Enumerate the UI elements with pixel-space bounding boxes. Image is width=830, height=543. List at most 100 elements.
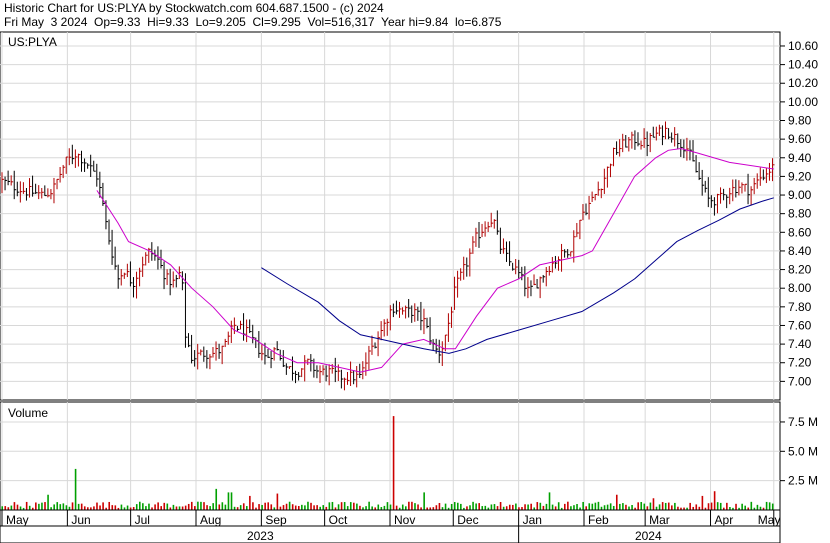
volume-bar bbox=[573, 505, 575, 510]
volume-bar bbox=[74, 468, 77, 510]
volume-bar bbox=[261, 504, 263, 510]
volume-bar bbox=[628, 506, 630, 510]
volume-bar bbox=[83, 506, 86, 510]
volume-bar bbox=[187, 503, 190, 510]
volume-bar bbox=[209, 506, 211, 510]
price-tick-label: 8.00 bbox=[788, 281, 812, 295]
volume-bar bbox=[316, 505, 318, 510]
price-tick-label: 7.00 bbox=[788, 374, 812, 388]
volume-bar bbox=[194, 506, 196, 510]
volume-bar bbox=[346, 506, 349, 510]
volume-bar bbox=[524, 504, 526, 510]
volume-bar bbox=[450, 503, 453, 510]
volume-bar bbox=[172, 504, 175, 510]
volume-bar bbox=[661, 502, 664, 510]
month-label: Oct bbox=[329, 513, 348, 527]
volume-bar bbox=[707, 503, 710, 510]
volume-bar bbox=[371, 506, 373, 510]
volume-bar bbox=[597, 501, 600, 510]
volume-bar bbox=[649, 502, 652, 510]
volume-bar bbox=[405, 506, 407, 510]
volume-bar bbox=[756, 504, 759, 510]
volume-bar bbox=[527, 504, 529, 510]
volume-bar bbox=[582, 501, 584, 510]
price-tick-label: 7.40 bbox=[788, 337, 812, 351]
volume-bar bbox=[65, 505, 68, 510]
price-tick-label: 10.60 bbox=[788, 39, 818, 53]
volume-bar bbox=[206, 505, 208, 510]
volume-bar bbox=[640, 502, 643, 510]
volume-bar bbox=[539, 502, 542, 510]
volume-bar bbox=[646, 506, 649, 510]
volume-bar bbox=[157, 502, 159, 510]
month-label: May bbox=[6, 513, 29, 527]
volume-bar bbox=[411, 501, 413, 510]
volume-bar bbox=[591, 503, 594, 510]
month-label: May bbox=[758, 513, 781, 527]
volume-bar bbox=[515, 503, 517, 510]
volume-bar bbox=[585, 506, 588, 510]
price-tick-label: 7.20 bbox=[788, 356, 812, 370]
volume-bar bbox=[307, 501, 309, 510]
volume-bar bbox=[200, 501, 202, 510]
month-label: Apr bbox=[715, 513, 734, 527]
volume-bar bbox=[331, 501, 334, 510]
volume-bar bbox=[365, 506, 367, 510]
price-tick-label: 8.60 bbox=[788, 225, 812, 239]
volume-bar bbox=[615, 494, 618, 510]
volume-bar bbox=[609, 503, 612, 510]
volume-bar bbox=[102, 502, 104, 510]
volume-bar bbox=[671, 505, 673, 510]
volume-bar bbox=[190, 501, 193, 510]
volume-bar bbox=[674, 502, 676, 510]
volume-bar bbox=[658, 504, 661, 510]
volume-bar bbox=[417, 504, 419, 510]
volume-bar bbox=[667, 502, 670, 510]
volume-bar bbox=[392, 416, 395, 510]
month-label: Aug bbox=[200, 513, 221, 527]
volume-bar bbox=[356, 503, 358, 510]
volume-bar bbox=[203, 502, 205, 510]
volume-bar bbox=[19, 506, 22, 510]
volume-bar bbox=[4, 506, 7, 510]
volume-bar bbox=[294, 505, 297, 510]
volume-bar bbox=[713, 491, 716, 510]
volume-bar bbox=[35, 502, 37, 510]
volume-bar bbox=[536, 502, 539, 510]
month-label: Nov bbox=[394, 513, 415, 527]
volume-bar bbox=[408, 501, 410, 510]
volume-bar bbox=[148, 503, 150, 510]
volume-bar bbox=[499, 502, 502, 510]
volume-bar bbox=[215, 488, 218, 510]
volume-bar bbox=[414, 503, 416, 510]
volume-bar bbox=[96, 502, 98, 510]
month-label: Mar bbox=[649, 513, 670, 527]
volume-bar bbox=[606, 504, 609, 510]
volume-bar bbox=[291, 504, 294, 510]
volume-bar bbox=[175, 506, 178, 510]
month-label: Dec bbox=[457, 513, 478, 527]
volume-bar bbox=[230, 492, 233, 510]
volume-bar bbox=[401, 504, 404, 510]
volume-bar bbox=[478, 503, 480, 510]
volume-bar bbox=[166, 503, 169, 510]
volume-bar bbox=[197, 501, 199, 510]
volume-bar bbox=[744, 505, 746, 510]
volume-bar bbox=[10, 505, 13, 510]
price-tick-label: 10.40 bbox=[788, 58, 818, 72]
volume-bar bbox=[288, 501, 291, 510]
volume-bar bbox=[765, 501, 768, 510]
volume-bar bbox=[438, 502, 441, 510]
volume-bar bbox=[44, 502, 46, 510]
volume-bar bbox=[38, 503, 40, 510]
price-tick-label: 7.80 bbox=[788, 300, 812, 314]
volume-bar bbox=[41, 502, 43, 510]
price-tick-label: 9.80 bbox=[788, 114, 812, 128]
volume-bar bbox=[750, 501, 753, 510]
volume-bar bbox=[643, 503, 646, 510]
volume-bar bbox=[304, 505, 306, 510]
volume-bar bbox=[285, 503, 288, 510]
volume-bar bbox=[389, 504, 392, 510]
volume-bar bbox=[178, 506, 181, 510]
volume-bar bbox=[542, 505, 545, 510]
